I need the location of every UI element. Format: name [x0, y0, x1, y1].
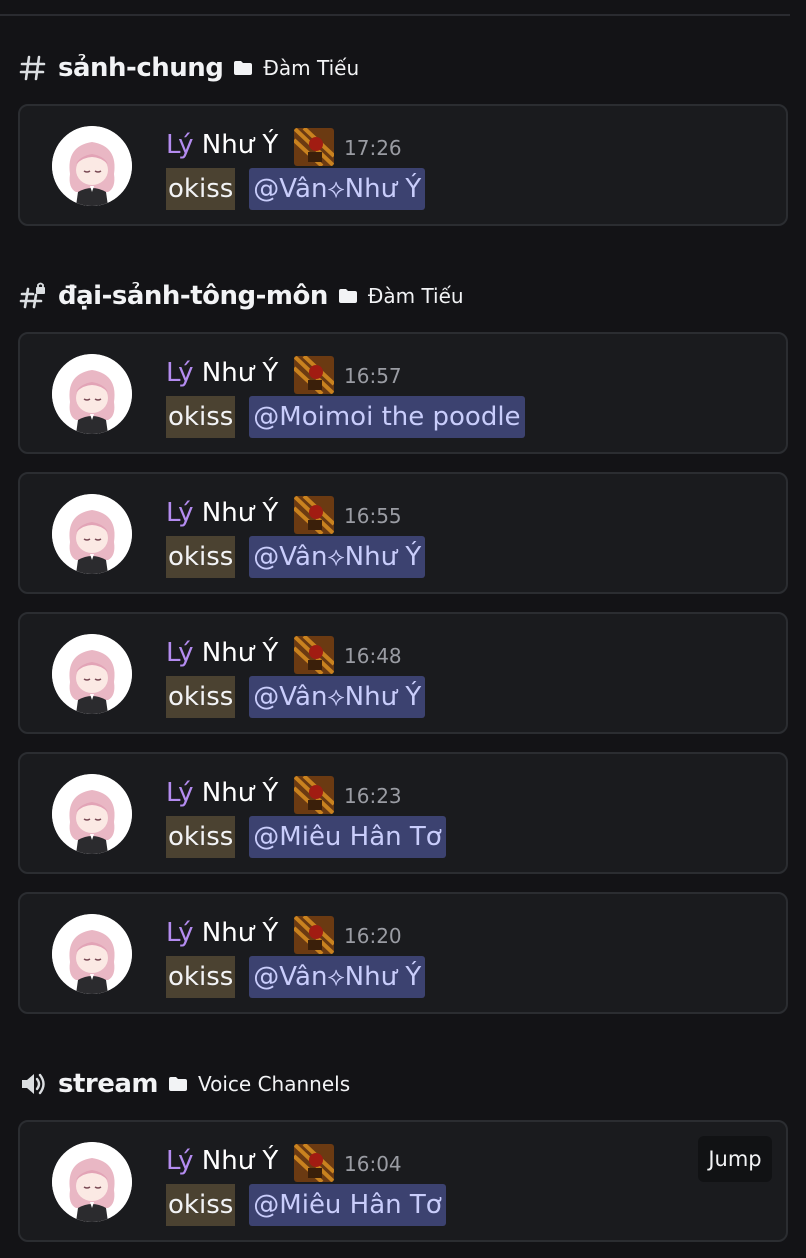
role-icon [294, 916, 334, 954]
message-content: okiss @Vân⟡Như Ý [166, 536, 426, 578]
jump-button[interactable]: Jump [698, 1136, 772, 1182]
timestamp: 16:23 [344, 784, 402, 808]
role-icon [294, 1144, 334, 1182]
avatar[interactable] [52, 634, 132, 714]
message-text: okiss [166, 1184, 236, 1226]
avatar[interactable] [52, 1142, 132, 1222]
message-content: okiss @Miêu Hân Tơ [166, 816, 446, 858]
channel-name: đại-sảnh-tông-môn [58, 281, 328, 311]
user-mention[interactable]: @Vân⟡Như Ý [249, 168, 426, 210]
message-text: okiss [166, 396, 236, 438]
user-mention[interactable]: @Moimoi the poodle [249, 396, 525, 438]
message-card[interactable]: Lý Như Ý 16:23 okiss @Miêu Hân Tơ [18, 752, 788, 874]
category-name: Voice Channels [198, 1072, 351, 1096]
user-mention[interactable]: @Miêu Hân Tơ [249, 1184, 446, 1226]
avatar[interactable] [52, 126, 132, 206]
folder-icon [233, 60, 253, 76]
message-text: okiss [166, 536, 236, 578]
channel-header-stream[interactable]: stream Voice Channels [18, 1066, 350, 1102]
message-card[interactable]: Lý Như Ý 17:26 okiss @Vân⟡Như Ý [18, 104, 788, 226]
category-name: Đàm Tiếu [367, 284, 464, 308]
folder-icon [168, 1076, 188, 1092]
user-mention[interactable]: @Miêu Hân Tơ [249, 816, 446, 858]
message-text: okiss [166, 676, 236, 718]
message-card[interactable]: Lý Như Ý 16:55 okiss @Vân⟡Như Ý [18, 472, 788, 594]
hash-lock-icon [18, 281, 48, 311]
username[interactable]: Lý Như Ý [166, 130, 278, 160]
user-mention[interactable]: @Vân⟡Như Ý [249, 536, 426, 578]
username[interactable]: Lý Như Ý [166, 1146, 278, 1176]
message-text: okiss [166, 956, 236, 998]
message-card[interactable]: Lý Như Ý 16:48 okiss @Vân⟡Như Ý [18, 612, 788, 734]
speaker-icon [18, 1069, 48, 1099]
avatar[interactable] [52, 774, 132, 854]
timestamp: 17:26 [344, 136, 402, 160]
channel-header-sanh-chung[interactable]: sảnh-chung Đàm Tiếu [18, 50, 359, 86]
message-card[interactable]: Lý Như Ý 16:57 okiss @Moimoi the poodle [18, 332, 788, 454]
avatar[interactable] [52, 494, 132, 574]
message-content: okiss @Vân⟡Như Ý [166, 956, 426, 998]
timestamp: 16:55 [344, 504, 402, 528]
avatar[interactable] [52, 914, 132, 994]
hash-icon [18, 53, 48, 83]
user-mention[interactable]: @Vân⟡Như Ý [249, 676, 426, 718]
channel-name: stream [58, 1069, 159, 1099]
channel-name: sảnh-chung [58, 53, 224, 83]
role-icon [294, 776, 334, 814]
message-content: okiss @Moimoi the poodle [166, 396, 525, 438]
username[interactable]: Lý Như Ý [166, 918, 278, 948]
category-name: Đàm Tiếu [263, 56, 360, 80]
user-mention[interactable]: @Vân⟡Như Ý [249, 956, 426, 998]
username[interactable]: Lý Như Ý [166, 498, 278, 528]
message-content: okiss @Vân⟡Như Ý [166, 168, 426, 210]
timestamp: 16:57 [344, 364, 402, 388]
message-card[interactable]: Lý Như Ý 16:20 okiss @Vân⟡Như Ý [18, 892, 788, 1014]
role-icon [294, 636, 334, 674]
username[interactable]: Lý Như Ý [166, 638, 278, 668]
message-text: okiss [166, 168, 236, 210]
role-icon [294, 128, 334, 166]
username[interactable]: Lý Như Ý [166, 778, 278, 808]
timestamp: 16:48 [344, 644, 402, 668]
role-icon [294, 356, 334, 394]
username[interactable]: Lý Như Ý [166, 358, 278, 388]
message-card[interactable]: Lý Như Ý 16:04 okiss @Miêu Hân Tơ Jump [18, 1120, 788, 1242]
folder-icon [338, 288, 358, 304]
message-text: okiss [166, 816, 236, 858]
channel-header-dai-sanh-tong-mon[interactable]: đại-sảnh-tông-môn Đàm Tiếu [18, 278, 464, 314]
top-divider [0, 14, 790, 16]
timestamp: 16:04 [344, 1152, 402, 1176]
message-content: okiss @Vân⟡Như Ý [166, 676, 426, 718]
role-icon [294, 496, 334, 534]
message-content: okiss @Miêu Hân Tơ [166, 1184, 446, 1226]
timestamp: 16:20 [344, 924, 402, 948]
avatar[interactable] [52, 354, 132, 434]
